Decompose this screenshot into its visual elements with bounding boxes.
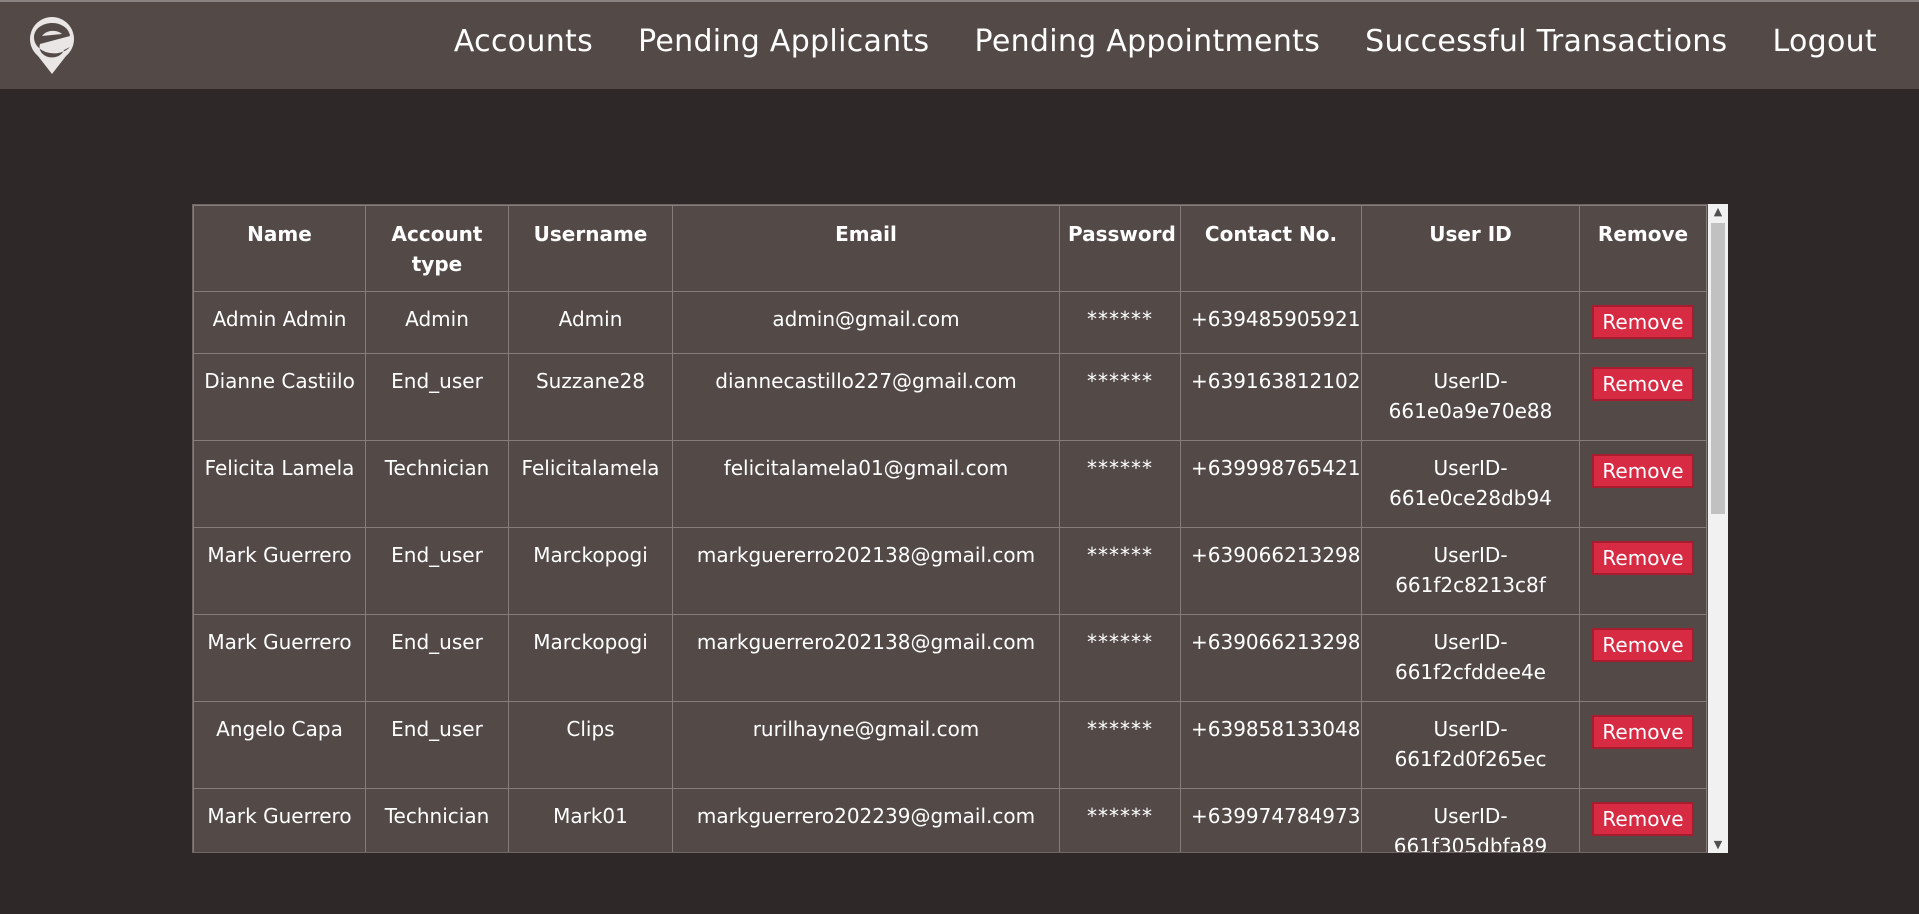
cell-username: Felicitalamela xyxy=(508,440,673,528)
cell-contact: +639858133048 xyxy=(1180,701,1362,789)
cell-user-id: UserID-661f2d0f265ec xyxy=(1361,701,1580,789)
cell-username: Admin xyxy=(508,291,673,354)
cell-remove: Remove xyxy=(1579,527,1707,615)
cell-username: Suzzane28 xyxy=(508,353,673,441)
cell-user-id xyxy=(1361,291,1580,354)
cell-email: felicitalamela01@gmail.com xyxy=(672,440,1060,528)
header-contact-no: Contact No. xyxy=(1180,205,1362,292)
scroll-down-arrow-icon[interactable]: ▼ xyxy=(1708,837,1728,853)
cell-email: markguerrero202138@gmail.com xyxy=(672,614,1060,702)
cell-remove: Remove xyxy=(1579,440,1707,528)
cell-password: ****** xyxy=(1059,353,1181,441)
cell-name: Admin Admin xyxy=(193,291,366,354)
cell-contact: +639974784973 xyxy=(1180,788,1362,852)
cell-contact: +639066213298 xyxy=(1180,614,1362,702)
cell-password: ****** xyxy=(1059,440,1181,528)
cell-email: admin@gmail.com xyxy=(672,291,1060,354)
cell-account-type: End_user xyxy=(365,701,509,789)
cell-password: ****** xyxy=(1059,527,1181,615)
cell-name: Mark Guerrero xyxy=(193,527,366,615)
remove-button[interactable]: Remove xyxy=(1592,454,1694,488)
table-row: Mark Guerrero End_user Marckopogi markgu… xyxy=(193,527,1707,615)
accounts-table-container: Name Account type Username Email Passwor… xyxy=(192,204,1728,853)
cell-contact: +639163812102 xyxy=(1180,353,1362,441)
table-row: Mark Guerrero End_user Marckopogi markgu… xyxy=(193,614,1707,702)
cell-name: Felicita Lamela xyxy=(193,440,366,528)
logo-icon[interactable] xyxy=(26,16,78,76)
cell-contact: +639066213298 xyxy=(1180,527,1362,615)
cell-name: Mark Guerrero xyxy=(193,788,366,852)
accounts-table: Name Account type Username Email Passwor… xyxy=(193,205,1707,852)
scroll-up-arrow-icon[interactable]: ▲ xyxy=(1708,204,1728,220)
main-nav: Accounts Pending Applicants Pending Appo… xyxy=(454,24,1877,59)
nav-pending-applicants[interactable]: Pending Applicants xyxy=(638,24,929,59)
cell-name: Angelo Capa xyxy=(193,701,366,789)
cell-account-type: End_user xyxy=(365,614,509,702)
cell-email: markguererro202138@gmail.com xyxy=(672,527,1060,615)
cell-account-type: Technician xyxy=(365,788,509,852)
cell-user-id: UserID-661f305dbfa89 xyxy=(1361,788,1580,852)
cell-account-type: End_user xyxy=(365,527,509,615)
cell-username: Marckopogi xyxy=(508,527,673,615)
cell-remove: Remove xyxy=(1579,291,1707,354)
cell-password: ****** xyxy=(1059,701,1181,789)
nav-accounts[interactable]: Accounts xyxy=(454,24,593,59)
table-row: Felicita Lamela Technician Felicitalamel… xyxy=(193,440,1707,528)
table-scrollbar[interactable]: ▲ ▼ xyxy=(1708,204,1728,853)
table-row: Mark Guerrero Technician Mark01 markguer… xyxy=(193,788,1707,852)
header-username: Username xyxy=(508,205,673,292)
cell-email: rurilhayne@gmail.com xyxy=(672,701,1060,789)
header-password: Password xyxy=(1059,205,1181,292)
remove-button[interactable]: Remove xyxy=(1592,305,1694,339)
cell-account-type: Technician xyxy=(365,440,509,528)
table-header-row: Name Account type Username Email Passwor… xyxy=(193,205,1707,292)
cell-username: Clips xyxy=(508,701,673,789)
nav-logout[interactable]: Logout xyxy=(1772,24,1877,59)
cell-username: Marckopogi xyxy=(508,614,673,702)
cell-contact: +639998765421 xyxy=(1180,440,1362,528)
cell-user-id: UserID-661e0a9e70e88 xyxy=(1361,353,1580,441)
cell-user-id: UserID-661f2c8213c8f xyxy=(1361,527,1580,615)
top-navigation-bar: Accounts Pending Applicants Pending Appo… xyxy=(0,0,1919,89)
cell-remove: Remove xyxy=(1579,701,1707,789)
cell-email: diannecastillo227@gmail.com xyxy=(672,353,1060,441)
remove-button[interactable]: Remove xyxy=(1592,541,1694,575)
header-email: Email xyxy=(672,205,1060,292)
cell-user-id: UserID-661f2cfddee4e xyxy=(1361,614,1580,702)
remove-button[interactable]: Remove xyxy=(1592,802,1694,836)
table-row: Admin Admin Admin Admin admin@gmail.com … xyxy=(193,291,1707,354)
nav-successful-transactions[interactable]: Successful Transactions xyxy=(1365,24,1727,59)
table-row: Angelo Capa End_user Clips rurilhayne@gm… xyxy=(193,701,1707,789)
cell-email: markguerrero202239@gmail.com xyxy=(672,788,1060,852)
table-row: Dianne Castiilo End_user Suzzane28 diann… xyxy=(193,353,1707,441)
header-remove: Remove xyxy=(1579,205,1707,292)
cell-name: Mark Guerrero xyxy=(193,614,366,702)
cell-remove: Remove xyxy=(1579,353,1707,441)
header-account-type: Account type xyxy=(365,205,509,292)
cell-remove: Remove xyxy=(1579,788,1707,852)
header-name: Name xyxy=(193,205,366,292)
scroll-thumb[interactable] xyxy=(1711,223,1725,514)
cell-password: ****** xyxy=(1059,788,1181,852)
cell-account-type: Admin xyxy=(365,291,509,354)
cell-password: ****** xyxy=(1059,614,1181,702)
cell-user-id: UserID-661e0ce28db94 xyxy=(1361,440,1580,528)
cell-contact: +639485905921 xyxy=(1180,291,1362,354)
cell-username: Mark01 xyxy=(508,788,673,852)
remove-button[interactable]: Remove xyxy=(1592,715,1694,749)
cell-remove: Remove xyxy=(1579,614,1707,702)
header-user-id: User ID xyxy=(1361,205,1580,292)
cell-account-type: End_user xyxy=(365,353,509,441)
remove-button[interactable]: Remove xyxy=(1592,628,1694,662)
cell-password: ****** xyxy=(1059,291,1181,354)
nav-pending-appointments[interactable]: Pending Appointments xyxy=(975,24,1321,59)
remove-button[interactable]: Remove xyxy=(1592,367,1694,401)
cell-name: Dianne Castiilo xyxy=(193,353,366,441)
